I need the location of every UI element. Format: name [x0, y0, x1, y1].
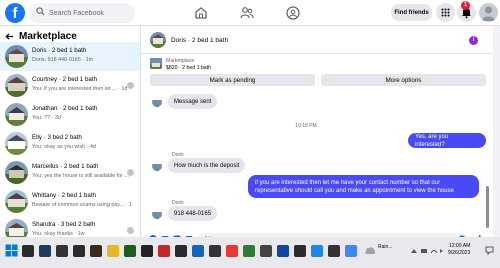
conversation-snippet: You: if you are interested then let ... …: [32, 86, 128, 92]
message-bubble-incoming[interactable]: Message sent: [168, 94, 218, 109]
groups-icon[interactable]: [285, 5, 301, 21]
message-bubble-outgoing[interactable]: Yes, are you interested?: [408, 133, 486, 148]
conversation-item[interactable]: Whittany · 2 bed 1 bath Beware of common…: [0, 187, 140, 216]
listing-thumbnail: [5, 161, 28, 184]
taskbar-app-icon[interactable]: [192, 245, 204, 257]
listing-source: Marketplace: [166, 58, 195, 64]
conversation-item[interactable]: Marcellus · 2 bed 1 bath You: yes the ho…: [0, 158, 140, 187]
system-tray-icons[interactable]: [410, 247, 444, 255]
friends-icon[interactable]: [239, 5, 255, 21]
listing-thumbnail: [5, 74, 28, 97]
top-navigation-bar: f Find friends: [0, 0, 500, 26]
taskbar-app-icon[interactable]: [141, 245, 153, 257]
conversation-snippet: You: okay as you wish · 4d: [32, 144, 96, 150]
conversation-name: Courtney · 2 bed 1 bath: [32, 76, 98, 83]
taskbar-app-icon[interactable]: [260, 245, 272, 257]
menu-grid-button[interactable]: [436, 3, 455, 22]
weather-label: Rain...: [378, 244, 393, 250]
chat-thumbnail[interactable]: [150, 32, 166, 48]
marketplace-inbox-panel: Marketplace Doris · 2 bed 1 bath Doris: …: [0, 26, 141, 242]
conversation-name: Marcellus · 2 bed 1 bath: [32, 163, 99, 170]
folder-icon[interactable]: [107, 245, 119, 257]
sender-avatar: [152, 97, 162, 107]
marketplace-title: Marketplace: [19, 30, 77, 42]
seen-avatar: [127, 169, 134, 176]
chat-header: Doris · 2 bed 1 bath i: [141, 26, 493, 54]
taskbar-app-icon[interactable]: [22, 245, 34, 257]
taskbar-app-icon[interactable]: [124, 245, 136, 257]
taskbar-app-icon[interactable]: [311, 245, 323, 257]
conversation-snippet: Beware of common scams using pay... · 1w: [32, 202, 132, 208]
chrome-icon[interactable]: [345, 245, 357, 257]
taskbar-app-icon[interactable]: [175, 245, 187, 257]
weather-widget[interactable]: Rain...: [378, 244, 392, 250]
listing-thumbnail: [5, 132, 28, 155]
info-icon[interactable]: i: [469, 36, 478, 45]
message-bubble-outgoing[interactable]: if you are interested then let me have y…: [248, 175, 479, 198]
profile-avatar[interactable]: [479, 3, 498, 22]
taskbar-app-icon[interactable]: [90, 245, 102, 257]
conversation-snippet: You: yes the house is still available fo…: [32, 173, 132, 179]
conversation-list: Doris · 2 bed 1 bath Doris: 918 448-0165…: [0, 42, 140, 245]
mark-as-pending-button[interactable]: Mark as pending: [150, 74, 315, 86]
listing-price: $820 · 2 bed 1 bath: [166, 65, 211, 71]
taskbar-app-icon[interactable]: [158, 245, 170, 257]
conversation-snippet: You: ?? · 3d: [32, 115, 61, 121]
conversation-item[interactable]: Jonathan · 2 bed 1 bath You: ?? · 3d: [0, 100, 140, 129]
message-thread: Message sent 10:18 PM Yes, are you inter…: [141, 88, 486, 228]
clock-date: 9/26/2023: [448, 250, 471, 256]
person-icon: [482, 6, 495, 21]
chat-panel: Doris · 2 bed 1 bath i Marketplace $820 …: [141, 26, 493, 245]
chat-scrollbar[interactable]: [486, 186, 489, 228]
weather-icon[interactable]: [364, 245, 375, 256]
taskbar-app-icon[interactable]: [39, 245, 51, 257]
conversation-snippet: Doris: 918 448-0165 · 1m: [32, 57, 94, 63]
conversation-name: Whittany · 2 bed 1 bath: [32, 192, 96, 199]
taskbar-app-icon[interactable]: [226, 245, 238, 257]
conversation-name: Elly · 3 bed 2 bath: [32, 134, 82, 141]
conversation-name: Doris · 2 bed 1 bath: [32, 47, 87, 54]
listing-image: [150, 57, 162, 69]
listing-thumbnail: [5, 45, 28, 68]
sender-avatar: [152, 209, 162, 219]
grid-icon: [441, 8, 450, 17]
search-box[interactable]: [29, 3, 135, 23]
listing-thumbnail: [5, 190, 28, 213]
notification-badge: 1: [461, 1, 470, 10]
clock-time: 12:09 AM: [449, 243, 471, 249]
listing-thumbnail: [5, 103, 28, 126]
message-bubble-incoming[interactable]: 918 448-0165: [168, 206, 218, 221]
taskbar-app-icon[interactable]: [56, 245, 68, 257]
sender-avatar: [152, 161, 162, 171]
windows-start-icon[interactable]: [5, 244, 18, 257]
seen-avatar: [127, 82, 134, 89]
conversation-name: Jonathan · 2 bed 1 bath: [32, 105, 98, 112]
back-arrow-icon[interactable]: [5, 32, 14, 41]
conversation-item[interactable]: Courtney · 2 bed 1 bath You: if you are …: [0, 71, 140, 100]
taskbar-app-icon[interactable]: [277, 245, 289, 257]
marketplace-header: Marketplace: [5, 30, 77, 42]
conversation-item[interactable]: Doris · 2 bed 1 bath Doris: 918 448-0165…: [0, 42, 140, 71]
taskbar-app-icon[interactable]: [328, 245, 340, 257]
more-options-button[interactable]: More options: [321, 74, 486, 86]
message-timestamp: 10:18 PM: [295, 123, 317, 129]
message-bubble-incoming[interactable]: How much is the deposit: [168, 158, 246, 173]
search-input[interactable]: [49, 3, 133, 23]
taskbar-app-icon[interactable]: [209, 245, 221, 257]
taskbar-app-icon[interactable]: [243, 245, 255, 257]
chat-title[interactable]: Doris · 2 bed 1 bath: [171, 37, 228, 44]
taskbar-clock[interactable]: 12:09 AM 9/26/2023: [448, 243, 470, 257]
conversation-name: Shandra · 3 bed 2 bath: [32, 221, 96, 228]
notification-center-icon[interactable]: [485, 246, 494, 255]
seen-avatar: [127, 227, 134, 234]
find-friends-button[interactable]: Find friends: [391, 4, 432, 21]
home-icon[interactable]: [193, 5, 209, 21]
conversation-item[interactable]: Elly · 3 bed 2 bath You: okay as you wis…: [0, 129, 140, 158]
search-icon: [36, 7, 45, 16]
taskbar-app-icon[interactable]: [73, 245, 85, 257]
facebook-logo[interactable]: f: [5, 3, 25, 23]
taskbar-app-icon[interactable]: [294, 245, 306, 257]
